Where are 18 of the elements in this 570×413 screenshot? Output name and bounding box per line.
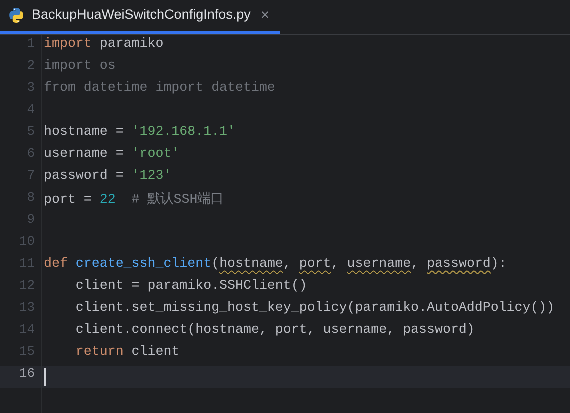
close-tab-button[interactable]: ×	[260, 8, 270, 22]
code-line: client.set_missing_host_key_policy(paramiko.AutoAddPolicy())	[74, 300, 555, 317]
code-line: return client	[74, 344, 180, 361]
code-line: import paramiko	[43, 36, 164, 53]
code-line: hostname = '192.168.1.1'	[43, 124, 236, 141]
code-line: from datetime import datetime	[43, 80, 276, 97]
code-line: port = 22 # 默认SSH端口	[43, 191, 224, 209]
tab-title: BackupHuaWeiSwitchConfigInfos.py	[32, 6, 251, 24]
line-number: 16	[0, 366, 41, 388]
code-line: client.connect(hostname, port, username, password)	[74, 322, 475, 339]
code-line: client = paramiko.SSHClient()	[74, 278, 308, 295]
python-file-icon	[8, 6, 25, 24]
code-line: def create_ssh_client(hostname, port, username, password):	[43, 256, 507, 273]
code-line: password = '123'	[43, 168, 172, 185]
text-cursor	[44, 368, 46, 386]
file-tab[interactable]: BackupHuaWeiSwitchConfigInfos.py ×	[0, 0, 280, 34]
code-line: username = 'root'	[43, 146, 180, 163]
code-line: import os	[43, 58, 116, 75]
